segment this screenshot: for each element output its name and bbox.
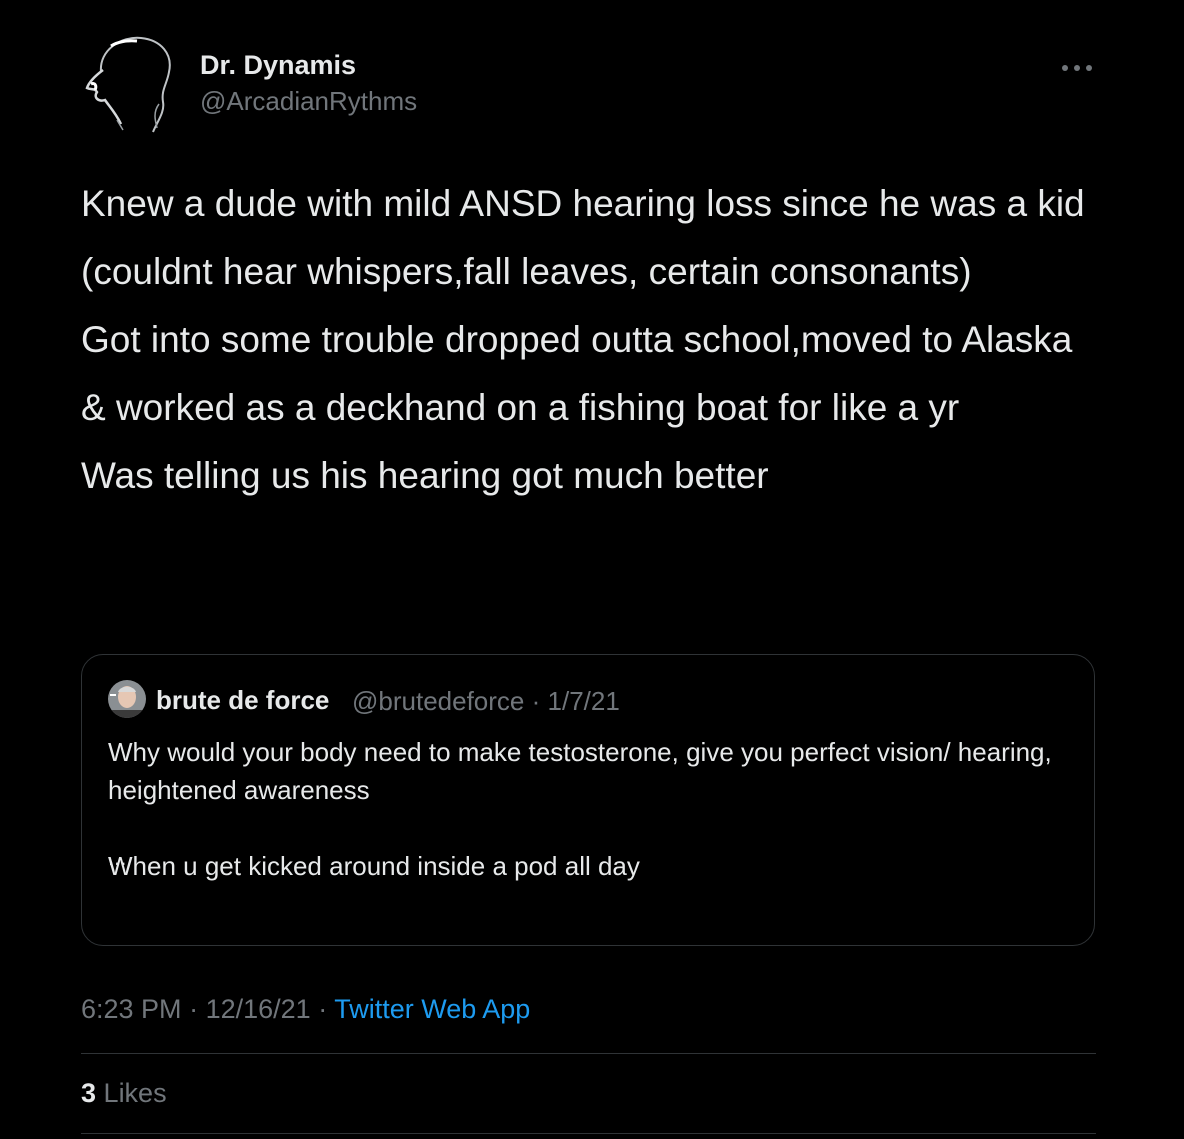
more-options-button[interactable] xyxy=(1057,54,1097,82)
quoted-text-paragraph: When u get kicked around inside a pod al… xyxy=(108,851,640,881)
meta-separator: · xyxy=(318,994,328,1024)
quoted-text-paragraph: Why would your body need to make testost… xyxy=(108,737,1052,805)
likes-number: 3 xyxy=(81,1078,97,1108)
author-handle[interactable]: @ArcadianRythms xyxy=(200,86,417,117)
tweet-text: Knew a dude with mild ANSD hearing loss … xyxy=(81,178,1101,518)
quoted-author-handle[interactable]: @brutedeforce xyxy=(352,686,524,716)
quoted-tweet-date[interactable]: 1/7/21 xyxy=(548,686,620,716)
divider xyxy=(81,1133,1096,1134)
tweet-text-line: & worked as a deckhand on a fishing boat… xyxy=(81,387,960,428)
more-options-icon xyxy=(1062,65,1092,71)
tweet-text-line: Knew a dude with mild ANSD hearing loss … xyxy=(81,183,1085,224)
author-avatar[interactable] xyxy=(81,32,177,136)
person-avatar-icon xyxy=(108,680,146,718)
meta-separator: · xyxy=(189,994,199,1024)
tweet-header: Dr. Dynamis @ArcadianRythms xyxy=(81,30,1096,140)
author-display-name[interactable]: Dr. Dynamis xyxy=(200,50,356,81)
quoted-author-avatar[interactable] xyxy=(108,680,146,718)
tweet-time[interactable]: 6:23 PM xyxy=(81,994,182,1024)
likes-label: Likes xyxy=(103,1078,167,1108)
quoted-tweet-meta: @brutedeforce · 1/7/21 xyxy=(352,686,620,717)
tweet-text-line: (couldnt hear whispers,fall leaves, cert… xyxy=(81,251,972,292)
quoted-tweet[interactable]: brute de force @brutedeforce · 1/7/21 Wh… xyxy=(81,654,1095,946)
quoted-author-name[interactable]: brute de force xyxy=(156,685,329,716)
meta-separator: · xyxy=(531,686,541,716)
tweet-text-line: Got into some trouble dropped outta scho… xyxy=(81,319,1073,360)
tweet-text-line: Was telling us his hearing got much bett… xyxy=(81,455,769,496)
profile-silhouette-avatar-icon xyxy=(81,32,177,136)
likes-count[interactable]: 3 Likes xyxy=(81,1078,167,1109)
divider xyxy=(81,1053,1096,1054)
quoted-tweet-text: Why would your body need to make testost… xyxy=(108,733,1068,885)
tweet-source-link[interactable]: Twitter Web App xyxy=(334,994,530,1024)
tweet-date[interactable]: 12/16/21 xyxy=(206,994,311,1024)
quoted-text-truncation: ... xyxy=(108,845,127,870)
tweet-meta: 6:23 PM · 12/16/21 · Twitter Web App xyxy=(81,994,530,1025)
